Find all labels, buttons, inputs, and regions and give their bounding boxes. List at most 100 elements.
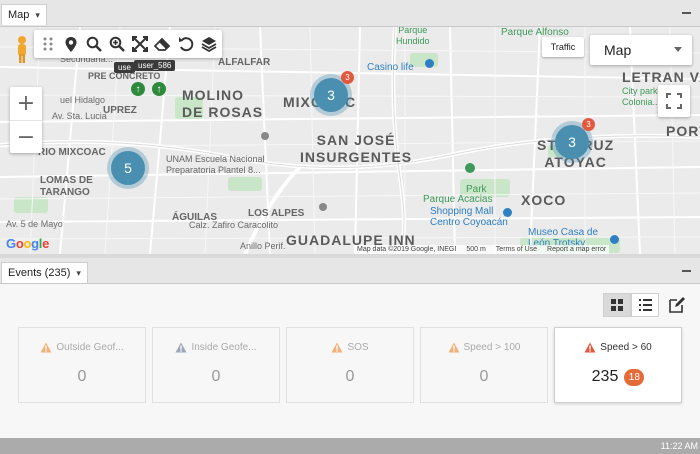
card-header: SOS <box>287 342 413 353</box>
event-card-speed-100[interactable]: Speed > 100 0 <box>420 327 548 403</box>
map-toolbar <box>34 30 222 58</box>
google-logo: Google <box>6 236 50 251</box>
edit-icon[interactable] <box>668 296 686 314</box>
poi-marker-icon <box>261 132 269 140</box>
map-label-portales: PORTA <box>666 123 700 139</box>
map-cluster[interactable]: 3 3 <box>314 71 354 112</box>
zoom-out-button[interactable]: − <box>10 120 42 153</box>
expand-icon[interactable] <box>130 35 149 54</box>
events-panel: Events (235) ▾ Outside Geof... 0 Inside … <box>0 258 700 438</box>
map-label-lomas-de-tarango: LOMAS DE TARANGO <box>40 175 93 198</box>
card-header: Inside Geofe... <box>153 342 279 353</box>
vehicle-marker-icon[interactable]: ↑ <box>152 82 166 96</box>
card-title: Inside Geofe... <box>191 342 257 353</box>
map-label-xoco: XOCO <box>521 192 567 208</box>
zoom-in-button[interactable]: + <box>10 87 42 120</box>
card-title: SOS <box>347 342 369 353</box>
vehicle-marker-icon[interactable]: ↑ <box>131 82 145 96</box>
list-icon <box>638 299 652 311</box>
chevron-down-icon: ▾ <box>35 9 40 20</box>
eraser-icon[interactable] <box>153 35 172 54</box>
taskbar: 11:22 AM <box>0 438 700 454</box>
map-label-hidalgo: uel Hidalgo <box>60 95 106 105</box>
map-panel-title: Map <box>8 9 30 21</box>
events-panel-title: Events (235) <box>8 267 71 279</box>
map-label-molino-de-rosas: MOLINO DE ROSAS <box>182 87 264 120</box>
event-card-speed-60[interactable]: Speed > 60 235 18 <box>554 327 682 403</box>
caret-down-icon <box>674 47 682 52</box>
street-view-pegman-icon[interactable] <box>12 35 32 65</box>
warning-icon <box>584 342 596 353</box>
cluster-badge: 3 <box>341 71 354 84</box>
map-attribution: Map data ©2019 Google, INEGI 500 m Terms… <box>354 245 610 254</box>
view-toggle <box>603 293 659 317</box>
terms-link[interactable]: Terms of Use <box>496 246 537 253</box>
map-cluster[interactable]: 3 3 <box>555 118 595 159</box>
map-label-periferico: Anillo Perif. <box>240 241 286 251</box>
card-value: 0 <box>211 368 221 385</box>
casino-marker-icon <box>425 59 434 68</box>
map-label-casino-life: Casino life <box>367 62 414 73</box>
mall-marker-icon <box>503 208 512 217</box>
card-value: 235 <box>591 368 619 385</box>
map-label-shopping-mall: Shopping Mall Centro Coyoacán <box>430 206 508 228</box>
minimize-events-panel-button[interactable] <box>682 270 691 272</box>
map-panel-header: Map ▾ <box>0 0 700 27</box>
card-title: Speed > 60 <box>600 342 652 353</box>
location-pin-icon[interactable] <box>61 35 80 54</box>
map-tooltip: user_586 <box>134 60 176 71</box>
search-icon[interactable] <box>84 35 103 54</box>
card-value: 0 <box>77 368 87 385</box>
fullscreen-button[interactable] <box>658 85 690 117</box>
report-error-link[interactable]: Report a map error <box>547 246 606 253</box>
map-copyright: Map data ©2019 Google, INEGI <box>357 246 457 253</box>
map-label-rio-mixcoac: RIO MIXCOAC <box>38 147 106 158</box>
map-label-av-5-de-mayo: Av. 5 de Mayo <box>6 219 63 229</box>
fullscreen-icon <box>666 93 682 109</box>
map-cluster[interactable]: 5 <box>111 151 145 185</box>
map-label-uprez: UPREZ <box>103 105 137 116</box>
warning-icon <box>40 342 52 353</box>
poi-marker-icon <box>319 203 327 211</box>
map-label-alfalfar: ALFALFAR <box>218 57 271 68</box>
undo-icon[interactable] <box>176 35 195 54</box>
map-label-park: Park <box>466 184 487 195</box>
event-card-sos[interactable]: SOS 0 <box>286 327 414 403</box>
traffic-button[interactable]: Traffic <box>542 37 584 57</box>
map-scale: 500 m <box>466 246 486 253</box>
warning-icon <box>448 342 459 353</box>
event-card-outside-geofence[interactable]: Outside Geof... 0 <box>18 327 146 403</box>
card-header: Outside Geof... <box>19 342 145 353</box>
cluster-count: 3 <box>568 134 576 150</box>
card-value: 0 <box>479 368 489 385</box>
map-canvas[interactable]: MOLINO DE ROSAS MIXCOAC SAN JOSÉ INSURGE… <box>0 27 700 254</box>
list-view-button[interactable] <box>631 293 659 317</box>
grid-view-button[interactable] <box>603 293 631 317</box>
park-marker-icon <box>465 163 475 173</box>
card-header: Speed > 100 <box>421 342 547 353</box>
map-type-select[interactable]: Map <box>590 35 692 65</box>
map-panel-selector[interactable]: Map ▾ <box>1 4 47 25</box>
map-label-parque-hundido: Parque Hundido <box>396 27 430 46</box>
cluster-badge: 3 <box>582 118 595 131</box>
card-value-group: 235 18 <box>555 368 681 386</box>
map-label-parque-acacias: Parque Acacias <box>423 194 493 205</box>
drag-handle-icon[interactable] <box>38 35 57 54</box>
map-label-sta-lucia: Av. Sta. Lucia <box>52 111 107 121</box>
cluster-count: 3 <box>327 87 335 103</box>
card-header: Speed > 60 <box>555 342 681 353</box>
zoom-control: + − <box>10 87 42 153</box>
zoom-area-icon[interactable] <box>107 35 126 54</box>
cluster-count: 5 <box>124 160 132 176</box>
layers-icon[interactable] <box>199 35 218 54</box>
card-value: 0 <box>345 368 355 385</box>
grid-icon <box>611 299 623 311</box>
map-label-zafiro: Calz. Zafiro Caracolito <box>189 220 279 230</box>
card-badge: 18 <box>624 368 645 386</box>
minimize-map-panel-button[interactable] <box>682 12 691 14</box>
events-panel-header: Events (235) ▾ <box>0 258 700 284</box>
event-card-inside-geofence[interactable]: Inside Geofe... 0 <box>152 327 280 403</box>
events-body: Outside Geof... 0 Inside Geofe... 0 SOS … <box>0 284 700 438</box>
map-label-san-jose-insurgentes: SAN JOSÉ INSURGENTES <box>300 132 413 165</box>
events-panel-selector[interactable]: Events (235) ▾ <box>1 262 88 283</box>
